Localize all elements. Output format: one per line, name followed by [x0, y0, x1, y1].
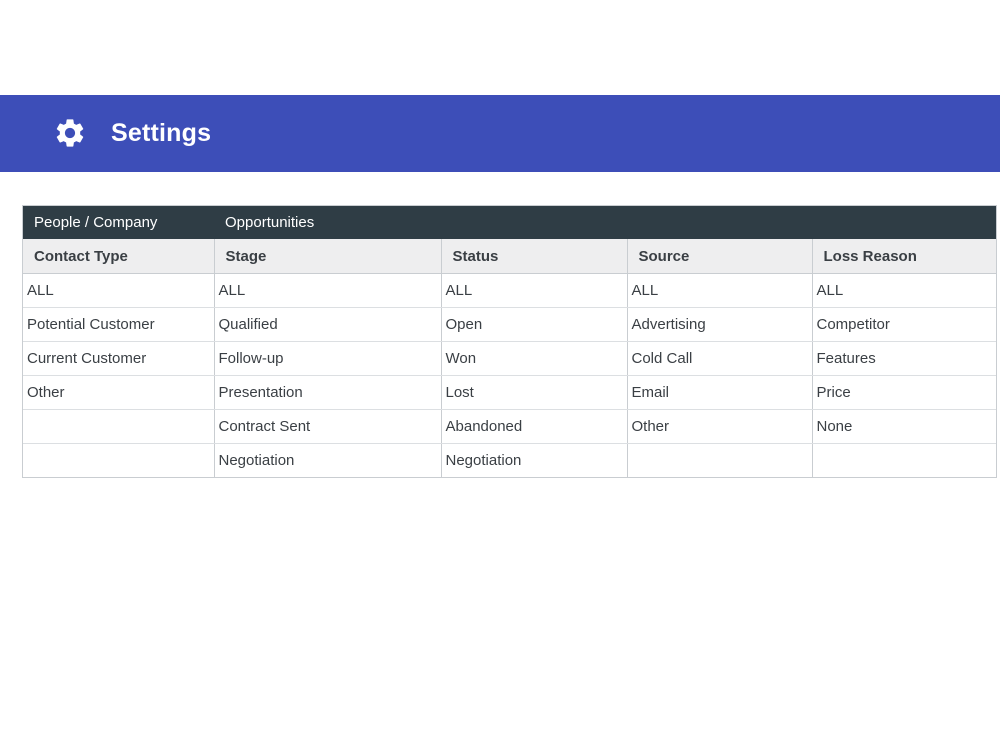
- gear-icon[interactable]: [53, 116, 87, 150]
- settings-table: People / Company Opportunities Contact T…: [22, 205, 997, 478]
- group-opportunities[interactable]: Opportunities: [214, 206, 997, 239]
- cell-loss-reason[interactable]: Competitor: [812, 307, 997, 342]
- cell-source[interactable]: Cold Call: [627, 341, 813, 376]
- cell-contact-type: [23, 443, 215, 477]
- group-header-row: People / Company Opportunities: [23, 206, 997, 239]
- table-row: Current Customer Follow-up Won Cold Call Fea…: [23, 341, 997, 376]
- column-header-row: Contact Type Stage Status Source Loss Re…: [23, 239, 997, 274]
- table-row: Potential Customer Qualified Open Advertisi…: [23, 307, 997, 342]
- table-row: Negotiation Negotiation: [23, 443, 996, 478]
- cell-loss-reason: [812, 444, 996, 478]
- cell-status[interactable]: Open: [441, 307, 628, 342]
- cell-status[interactable]: Abandoned: [441, 409, 628, 444]
- cell-source[interactable]: Email: [627, 375, 813, 410]
- cell-status[interactable]: Negotiation: [441, 443, 628, 477]
- column-header-loss-reason: Loss Reason: [812, 239, 997, 274]
- cell-stage[interactable]: Negotiation: [214, 443, 442, 477]
- cell-source[interactable]: Advertising: [627, 307, 813, 342]
- cell-stage[interactable]: ALL: [214, 273, 442, 308]
- cell-source[interactable]: Other: [627, 409, 813, 444]
- column-header-source: Source: [627, 239, 813, 274]
- cell-stage[interactable]: Presentation: [214, 375, 442, 410]
- cell-stage[interactable]: Contract Sent: [214, 409, 442, 444]
- cell-contact-type[interactable]: Potential Customer: [23, 307, 215, 342]
- table-row: Contract Sent Abandoned Other None: [23, 409, 997, 444]
- table-row: ALL ALL ALL ALL ALL: [23, 273, 997, 308]
- cell-loss-reason[interactable]: Features: [812, 341, 997, 376]
- cell-stage[interactable]: Follow-up: [214, 341, 442, 376]
- column-header-status: Status: [441, 239, 628, 274]
- column-header-contact-type: Contact Type: [23, 239, 215, 274]
- cell-contact-type: [23, 409, 215, 444]
- cell-source: [627, 443, 813, 477]
- cell-loss-reason[interactable]: Price: [812, 375, 997, 410]
- column-header-stage: Stage: [214, 239, 442, 274]
- cell-contact-type[interactable]: ALL: [23, 273, 215, 308]
- table-row: Other Presentation Lost Email Price: [23, 375, 997, 410]
- cell-status[interactable]: ALL: [441, 273, 628, 308]
- cell-status[interactable]: Lost: [441, 375, 628, 410]
- page-title: Settings: [111, 119, 212, 147]
- group-people-company[interactable]: People / Company: [23, 206, 214, 239]
- cell-contact-type[interactable]: Current Customer: [23, 341, 215, 376]
- cell-loss-reason[interactable]: ALL: [812, 273, 997, 308]
- cell-loss-reason[interactable]: None: [812, 409, 997, 444]
- cell-status[interactable]: Won: [441, 341, 628, 376]
- settings-header: Settings: [0, 95, 1000, 172]
- cell-source[interactable]: ALL: [627, 273, 813, 308]
- cell-contact-type[interactable]: Other: [23, 375, 215, 410]
- cell-stage[interactable]: Qualified: [214, 307, 442, 342]
